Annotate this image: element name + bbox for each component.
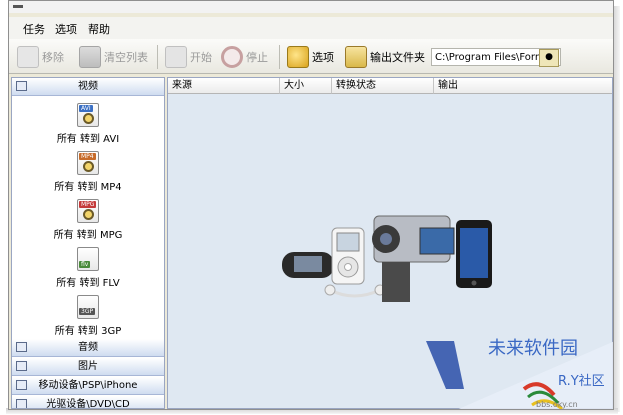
convert-to-mpg-label: 所有 转到 MPG bbox=[53, 230, 123, 241]
category-audio[interactable]: 音频 bbox=[12, 339, 164, 357]
options-icon bbox=[287, 46, 309, 68]
clear-list-label: 清空列表 bbox=[104, 51, 148, 64]
toolbar-separator bbox=[279, 45, 280, 69]
flv-tag: flv bbox=[79, 261, 91, 268]
convert-to-3gp-label: 所有 转到 3GP bbox=[54, 326, 122, 337]
watermark-site-name: 未来软件园 bbox=[488, 338, 578, 359]
watermark-logo: 未来软件园 R.Y社区 bbs.oky.cn bbox=[426, 338, 613, 409]
convert-to-mp4-label: 所有 转到 MP4 bbox=[54, 182, 122, 193]
mpg-tag: MPG bbox=[79, 201, 97, 208]
convert-to-avi-label: 所有 转到 AVI bbox=[56, 134, 120, 145]
ipod-icon bbox=[331, 227, 365, 285]
toolbar: 移除 清空列表 开始 停止 选项 输出文件夹 C:\Program Files\… bbox=[9, 39, 613, 74]
stop-label: 停止 bbox=[246, 51, 268, 64]
media-devices-illustration bbox=[282, 215, 492, 302]
column-source[interactable]: 来源 bbox=[168, 78, 280, 94]
flv-file-icon: flv bbox=[77, 247, 99, 271]
category-video-label: 视频 bbox=[78, 81, 98, 92]
trash-icon bbox=[79, 46, 101, 68]
category-video[interactable]: 视频 bbox=[12, 78, 164, 96]
image-category-icon bbox=[16, 361, 27, 371]
options-label: 选项 bbox=[312, 51, 334, 64]
audio-category-icon bbox=[16, 342, 27, 352]
convert-to-3gp[interactable]: 3GP 所有 转到 3GP bbox=[12, 295, 164, 337]
menu-task[interactable]: 任务 bbox=[23, 21, 45, 37]
toolbar-separator bbox=[157, 45, 158, 69]
stop-button[interactable]: 停止 bbox=[221, 45, 268, 69]
mpg-file-icon: MPG bbox=[77, 199, 99, 223]
video-category-icon bbox=[16, 81, 27, 91]
psp-icon bbox=[282, 252, 334, 278]
3gp-file-icon: 3GP bbox=[77, 295, 99, 319]
camcorder-icon bbox=[372, 215, 455, 302]
convert-to-flv-label: 所有 转到 FLV bbox=[56, 278, 120, 289]
category-audio-label: 音频 bbox=[78, 342, 98, 353]
film-reel-icon bbox=[83, 209, 94, 220]
stop-icon bbox=[221, 46, 243, 68]
title-bar bbox=[9, 1, 613, 13]
mp4-tag: MP4 bbox=[79, 153, 96, 160]
category-optical-label: 光驱设备\DVD\CD bbox=[46, 399, 130, 409]
window-menu-icon[interactable] bbox=[13, 5, 23, 8]
watermark-url: bbs.oky.cn bbox=[536, 400, 578, 409]
category-mobile[interactable]: 移动设备\PSP\iPhone bbox=[12, 377, 164, 395]
category-mobile-label: 移动设备\PSP\iPhone bbox=[38, 380, 138, 391]
menu-options[interactable]: 选项 bbox=[55, 21, 77, 37]
browse-folder-icon[interactable]: ● bbox=[539, 49, 559, 67]
avi-file-icon: AVI bbox=[77, 103, 99, 127]
column-output[interactable]: 输出 bbox=[434, 78, 612, 94]
mobile-category-icon bbox=[16, 380, 27, 390]
remove-label: 移除 bbox=[42, 51, 64, 64]
output-folder-label: 输出文件夹 bbox=[370, 51, 425, 64]
output-folder-button[interactable]: 输出文件夹 bbox=[345, 45, 425, 69]
folder-icon bbox=[345, 46, 367, 68]
avi-tag: AVI bbox=[79, 105, 93, 112]
column-status[interactable]: 转换状态 bbox=[332, 78, 434, 94]
remove-button[interactable]: 移除 bbox=[17, 45, 64, 69]
film-reel-icon bbox=[83, 161, 94, 172]
iphone-icon bbox=[456, 220, 492, 288]
column-size[interactable]: 大小 bbox=[280, 78, 332, 94]
menu-bar: 任务 选项 帮助 bbox=[9, 17, 613, 39]
convert-to-avi[interactable]: AVI 所有 转到 AVI bbox=[12, 103, 164, 145]
mp4-file-icon: MP4 bbox=[77, 151, 99, 175]
convert-to-mp4[interactable]: MP4 所有 转到 MP4 bbox=[12, 151, 164, 193]
start-button[interactable]: 开始 bbox=[165, 45, 212, 69]
convert-to-mpg[interactable]: MPG 所有 转到 MPG bbox=[12, 199, 164, 241]
3gp-tag: 3GP bbox=[79, 308, 96, 315]
start-label: 开始 bbox=[190, 51, 212, 64]
film-reel-icon bbox=[83, 113, 94, 124]
start-icon bbox=[165, 46, 187, 68]
options-button[interactable]: 选项 bbox=[287, 45, 334, 69]
optical-category-icon bbox=[16, 399, 27, 408]
earphones-icon bbox=[324, 284, 386, 298]
clear-list-button[interactable]: 清空列表 bbox=[79, 45, 148, 69]
conversion-sidebar: 视频 AVI 所有 转到 AVI MP4 所有 转到 MP4 MPG 所有 转到… bbox=[11, 77, 165, 409]
category-image-label: 图片 bbox=[78, 361, 98, 372]
category-optical[interactable]: 光驱设备\DVD\CD bbox=[12, 396, 164, 409]
app-window: 任务 选项 帮助 移除 清空列表 开始 停止 选项 输出文件夹 C:\Progr… bbox=[8, 0, 614, 410]
remove-icon bbox=[17, 46, 39, 68]
convert-to-flv[interactable]: flv 所有 转到 FLV bbox=[12, 247, 164, 289]
watermark-community: R.Y社区 bbox=[558, 373, 605, 389]
category-image[interactable]: 图片 bbox=[12, 358, 164, 376]
menu-help[interactable]: 帮助 bbox=[88, 21, 110, 37]
